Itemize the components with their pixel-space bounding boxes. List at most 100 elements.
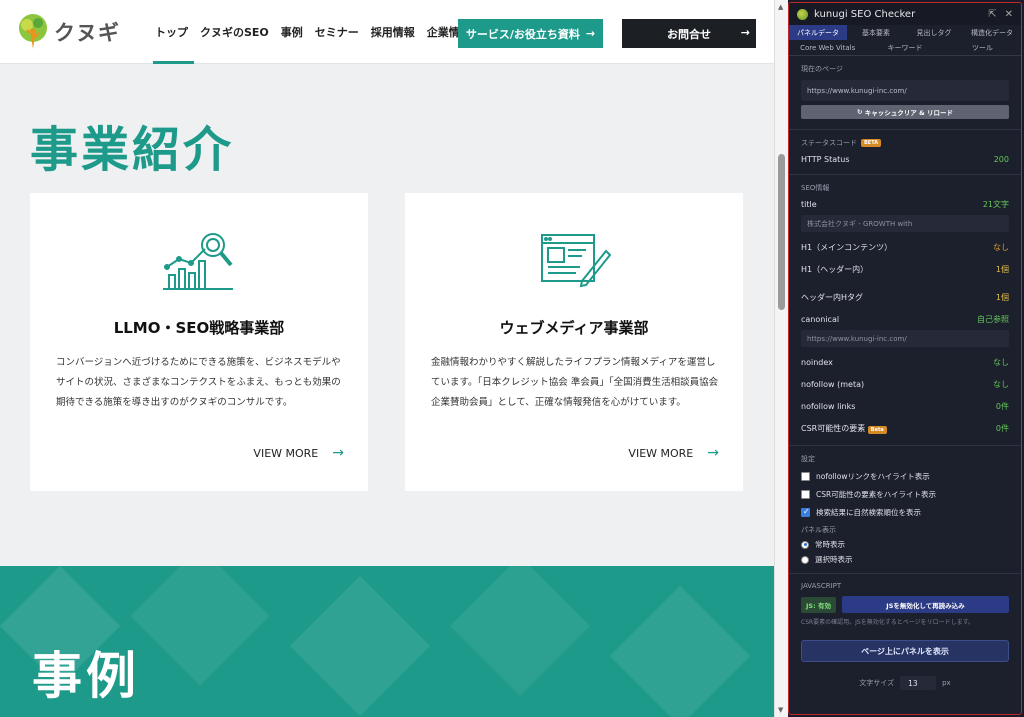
current-page-label: 現在のページ <box>801 65 843 73</box>
checkbox[interactable] <box>801 507 810 517</box>
view-more-link[interactable]: VIEW MORE → <box>628 445 719 461</box>
radio-label: 選択時表示 <box>815 555 853 564</box>
refresh-icon: ↻ <box>857 108 865 116</box>
panel-display-label: パネル表示 <box>801 526 836 534</box>
tab-tools[interactable]: ツール <box>944 40 1021 55</box>
nav-item-seo[interactable]: クヌギのSEO <box>194 0 275 64</box>
nofollow-meta-value: なし <box>993 379 1009 389</box>
business-card-llmo-seo[interactable]: LLMO・SEO戦略事業部 コンバージョンへ近づけるためにできる施策を、ビジネス… <box>30 193 368 491</box>
canonical-url-field[interactable]: https://www.kunugi-inc.com/ <box>801 330 1009 347</box>
tab-keywords[interactable]: キーワード <box>866 40 943 55</box>
arrow-right-icon: → <box>585 27 596 40</box>
noindex-row: noindex なし <box>801 351 1009 373</box>
contact-button[interactable]: お問合せ → <box>622 19 756 48</box>
nofollow-meta-row: nofollow (meta) なし <box>801 373 1009 395</box>
checkbox[interactable] <box>801 489 810 499</box>
tab-core-web-vitals[interactable]: Core Web Vitals <box>789 40 866 55</box>
checkbox[interactable] <box>801 471 810 481</box>
tab-basic-elements[interactable]: 基本要素 <box>847 25 905 40</box>
noindex-value: なし <box>993 357 1009 367</box>
web-edit-icon <box>541 234 612 288</box>
setting-csr-highlight[interactable]: CSR可能性の要素をハイライト表示 <box>801 485 1009 503</box>
service-button[interactable]: サービス/お役立ち資料 → <box>458 19 603 48</box>
nav-item-cases[interactable]: 事例 <box>275 0 309 64</box>
http-status-label: HTTP Status <box>801 154 850 164</box>
font-size-unit: px <box>942 679 951 687</box>
radio-show-on-select[interactable]: 選択時表示 <box>801 552 1009 567</box>
cache-clear-reload-button[interactable]: ↻ キャッシュクリア & リロード <box>801 105 1009 119</box>
seo-info-label: SEO情報 <box>801 184 830 192</box>
csr-value: 0件 <box>995 423 1009 433</box>
view-more-label: VIEW MORE <box>253 446 319 460</box>
business-card-web-media[interactable]: ウェブメディア事業部 金融情報わかりやすく解説したライフプラン情報メディアを運営… <box>405 193 743 491</box>
tab-headings[interactable]: 見出しタグ <box>905 25 963 40</box>
title-count: 21文字 <box>982 199 1009 209</box>
main-nav: トップ クヌギのSEO 事例 セミナー 採用情報 企業情報 <box>153 0 477 64</box>
scroll-down-icon[interactable]: ▼ <box>778 706 783 714</box>
kunugi-logo-icon <box>797 8 808 20</box>
nav-item-top[interactable]: トップ <box>153 0 194 64</box>
cases-title: 事例 <box>32 647 140 705</box>
scroll-thumb[interactable] <box>778 154 785 310</box>
setting-label: CSR可能性の要素をハイライト表示 <box>816 489 937 499</box>
nofollow-links-row: nofollow links 0件 <box>801 395 1009 417</box>
javascript-label: JAVASCRIPT <box>801 582 842 590</box>
tab-structured-data[interactable]: 構造化データ <box>963 25 1021 40</box>
card-description: 金融情報わかりやすく解説したライフプラン情報メディアを運営しています。「日本クレ… <box>431 357 719 408</box>
javascript-row: JS: 有効 JSを無効化して再読み込み <box>801 596 1009 613</box>
panel-header[interactable]: kunugi SEO Checker ⇱ ✕ <box>789 3 1021 25</box>
title-value-field[interactable]: 株式会社クヌギ - GROWTH with <box>801 215 1009 232</box>
contact-button-label: お問合せ <box>667 27 711 41</box>
nofollow-links-label: nofollow links <box>801 401 856 411</box>
setting-label: 検索結果に自然検索順位を表示 <box>816 507 921 517</box>
h1-header-row: H1（ヘッダー内） 1個 <box>801 258 1009 280</box>
setting-show-ranking[interactable]: 検索結果に自然検索順位を表示 <box>801 503 1009 521</box>
service-button-label: サービス/お役立ち資料 <box>465 27 580 41</box>
canonical-label: canonical <box>801 314 840 324</box>
site-logo[interactable]: クヌギ <box>16 12 120 52</box>
js-status-badge: JS: 有効 <box>801 596 836 613</box>
close-icon[interactable]: ✕ <box>1005 9 1013 20</box>
page-scrollbar[interactable]: ▲ ▼ <box>774 0 788 717</box>
settings-label: 設定 <box>801 455 815 463</box>
current-url-field[interactable]: https://www.kunugi-inc.com/ <box>801 80 1009 101</box>
canonical-row: canonical 自己参照 <box>801 308 1009 330</box>
h1-main-label: H1（メインコンテンツ） <box>801 242 893 252</box>
radio-label: 常時表示 <box>815 540 845 549</box>
font-size-label: 文字サイズ <box>859 679 895 687</box>
radio-button[interactable] <box>801 555 809 564</box>
nav-item-seminar[interactable]: セミナー <box>309 0 365 64</box>
canonical-value: 自己参照 <box>977 314 1009 324</box>
pin-icon[interactable]: ⇱ <box>988 9 996 20</box>
view-more-link[interactable]: VIEW MORE → <box>253 445 344 461</box>
section-title: 事業紹介 <box>30 122 235 178</box>
disable-js-reload-button[interactable]: JSを無効化して再読み込み <box>841 596 1009 613</box>
tab-panel-data[interactable]: パネルデータ <box>789 25 847 40</box>
http-status-row: HTTP Status 200 <box>801 148 1009 170</box>
h1-main-value: なし <box>993 242 1009 252</box>
chart-magnifier-icon <box>163 233 233 290</box>
header-htag-value: 1個 <box>995 292 1009 302</box>
nofollow-links-value: 0件 <box>995 401 1009 411</box>
font-size-input[interactable]: 13 <box>900 676 937 690</box>
arrow-right-icon: → <box>707 445 719 461</box>
nav-item-recruit[interactable]: 採用情報 <box>365 0 421 64</box>
seo-checker-panel: kunugi SEO Checker ⇱ ✕ パネルデータ 基本要素 見出しタグ… <box>788 2 1022 715</box>
site-header: クヌギ トップ クヌギのSEO 事例 セミナー 採用情報 企業情報 サービス/お… <box>0 0 774 64</box>
arrow-right-icon: → <box>740 26 750 39</box>
show-panel-on-page-button[interactable]: ページ上にパネルを表示 <box>801 640 1009 662</box>
card-title: LLMO・SEO戦略事業部 <box>113 319 285 337</box>
setting-nofollow-highlight[interactable]: nofollowリンクをハイライト表示 <box>801 467 1009 485</box>
header-htag-row: ヘッダー内Hタグ 1個 <box>801 286 1009 308</box>
tree-logo-icon <box>19 14 47 49</box>
radio-button[interactable] <box>801 540 809 549</box>
font-size-row: 文字サイズ 13 px <box>801 676 1009 690</box>
scroll-up-icon[interactable]: ▲ <box>778 3 783 11</box>
arrow-right-icon: → <box>332 445 344 461</box>
title-label: title <box>801 199 817 209</box>
radio-always-show[interactable]: 常時表示 <box>801 537 1009 552</box>
beta-badge: Beta <box>867 425 887 434</box>
http-status-value: 200 <box>993 154 1009 164</box>
h1-main-row: H1（メインコンテンツ） なし <box>801 236 1009 258</box>
view-more-label: VIEW MORE <box>628 446 694 460</box>
